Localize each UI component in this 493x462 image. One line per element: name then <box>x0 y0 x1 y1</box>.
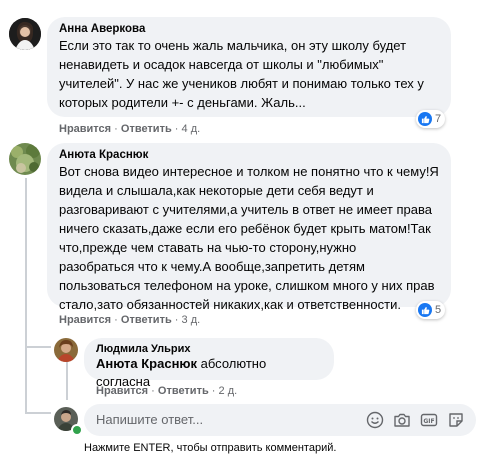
thread-connector <box>25 412 51 414</box>
timestamp[interactable]: 2 д. <box>219 385 238 397</box>
reply-link[interactable]: Ответить <box>121 123 172 135</box>
reply-actions: Нравится · Ответить · 2 д. <box>96 385 237 397</box>
reply-link[interactable]: Ответить <box>121 314 172 326</box>
comment-line: Если это так то очень жаль мальчика, он … <box>59 38 407 53</box>
avatar[interactable] <box>9 18 41 50</box>
reply-bubble: Людмила Ульрих Анюта Краснюк абсолютно с… <box>84 338 334 389</box>
avatar[interactable] <box>9 143 41 175</box>
comment-line: Вот снова видео интересное и толком не п… <box>59 164 439 179</box>
separator: · <box>114 123 118 135</box>
comment-line: разобраться что к чему.А вообще,запретит… <box>59 259 365 274</box>
comment-line: учителей". У нас же учеников любят и пон… <box>59 76 424 91</box>
comment-actions: Нравится · Ответить · 4 д. <box>59 123 200 135</box>
comment-line: которых родители +- с деньгами. Жаль... <box>59 95 306 110</box>
separator: · <box>151 385 155 397</box>
reactions-badge[interactable]: 7 <box>416 110 446 128</box>
comment-line: что,прежде чем ставать на чью-то сторону… <box>59 240 357 255</box>
reply-author[interactable]: Людмила Ульрих <box>96 343 322 355</box>
like-link[interactable]: Нравится <box>59 314 111 326</box>
camera-icon[interactable] <box>393 411 411 429</box>
emoji-icon[interactable] <box>366 411 384 429</box>
mention-link[interactable]: Анюта Краснюк <box>96 356 197 371</box>
svg-text:GIF: GIF <box>423 418 434 425</box>
comment-bubble: Анна Аверкова Если это так то очень жаль… <box>47 17 451 117</box>
comment-line: видела и слышала,как некоторые дети себя… <box>59 183 374 198</box>
thread-line <box>25 178 27 412</box>
timestamp[interactable]: 3 д. <box>182 314 201 326</box>
comment-line: разговаривают с учителями,а учитель в от… <box>59 202 432 217</box>
separator: · <box>174 123 179 135</box>
like-link[interactable]: Нравится <box>96 385 148 397</box>
online-status-dot <box>71 424 83 436</box>
reply-input[interactable]: Напишите ответ... GIF <box>84 404 476 436</box>
comment-text: Вот снова видео интересное и толком не п… <box>59 162 439 314</box>
comment-bubble: Анюта Краснюк Вот снова видео интересное… <box>47 143 451 312</box>
thumbs-up-icon <box>418 303 432 317</box>
separator: · <box>174 314 179 326</box>
separator: · <box>114 314 118 326</box>
comment-author[interactable]: Анна Аверкова <box>59 23 439 35</box>
comment-author[interactable]: Анюта Краснюк <box>59 149 439 161</box>
comment-line: стало,зато обязанностей никаких,как и от… <box>59 297 401 312</box>
gif-icon[interactable]: GIF <box>420 411 438 429</box>
separator: · <box>211 385 216 397</box>
like-link[interactable]: Нравится <box>59 123 111 135</box>
comment-actions: Нравится · Ответить · 3 д. <box>59 314 200 326</box>
reply-link[interactable]: Ответить <box>158 385 209 397</box>
timestamp[interactable]: 4 д. <box>182 123 201 135</box>
comment-text: Если это так то очень жаль мальчика, он … <box>59 36 439 112</box>
sticker-icon[interactable] <box>447 411 465 429</box>
reply-thread-line <box>66 362 68 400</box>
reply-input-placeholder: Напишите ответ... <box>96 412 204 427</box>
reactions-badge[interactable]: 5 <box>416 301 446 319</box>
reactions-count: 5 <box>435 304 442 316</box>
thread-connector <box>25 346 51 348</box>
comment-line: ненавидеть и осадок навсегда от школы и … <box>59 57 384 72</box>
reactions-count: 7 <box>435 113 442 125</box>
composer-hint: Нажмите ENTER, чтобы отправить комментар… <box>84 442 337 454</box>
thumbs-up-icon <box>418 112 432 126</box>
comment-line: пользоваться телефоном на уроке, слишком… <box>59 278 435 293</box>
comment-line: ничего сказать,даже если его ребёнок буд… <box>59 221 431 236</box>
avatar[interactable] <box>54 338 78 362</box>
